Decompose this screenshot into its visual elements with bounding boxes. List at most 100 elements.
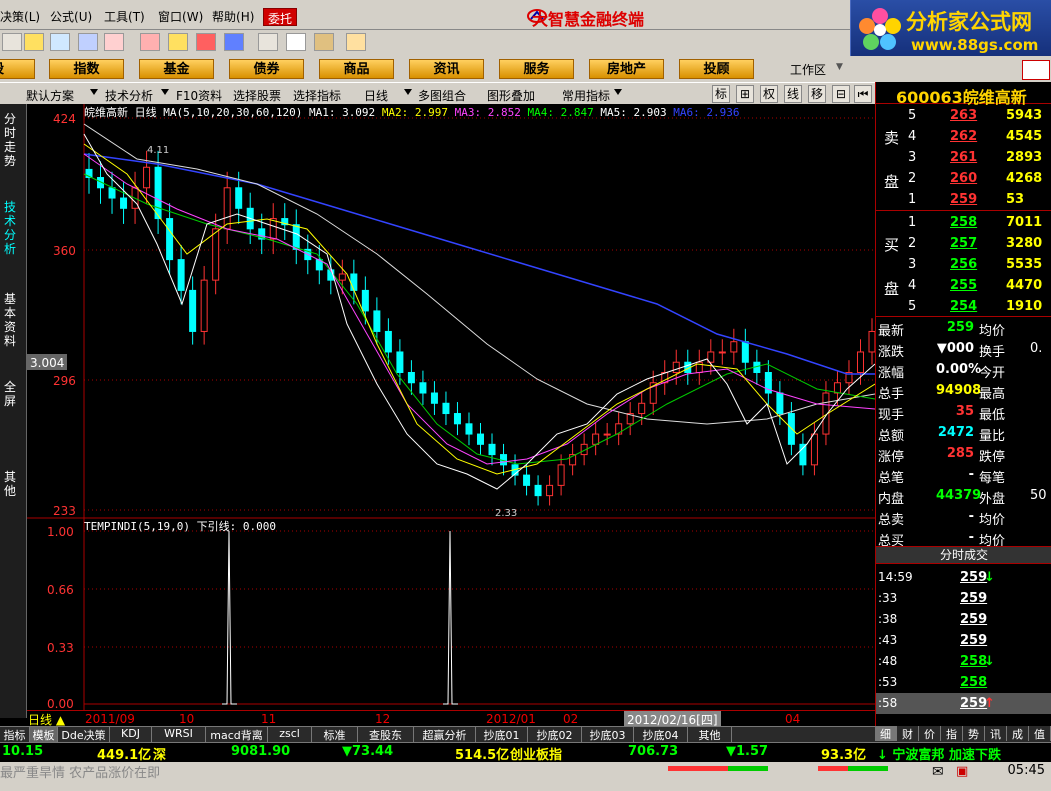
cat-stock[interactable]: 股 [0, 59, 35, 79]
cat-index[interactable]: 指数 [49, 59, 124, 79]
f10-button[interactable]: F10资料 [176, 87, 222, 104]
right-tab[interactable]: 讯 [985, 726, 1007, 741]
cat-commodity[interactable]: 商品 [319, 59, 394, 79]
diamond-icon[interactable] [168, 33, 188, 51]
orderbook-row[interactable]: 2 257 3280 [876, 233, 1051, 254]
indicator-tab[interactable]: 标准 [312, 727, 358, 742]
tab-fundamentals[interactable]: 基本资料 [4, 292, 24, 348]
first-button[interactable]: ⏮ [854, 85, 872, 103]
chart-icon[interactable] [140, 33, 160, 51]
select-stock-button[interactable]: 选择股票 [233, 87, 281, 104]
ticker-alert[interactable]: ↓ 宁波富邦 加速下跌 [877, 744, 1001, 763]
price: 260 [950, 171, 978, 186]
back-icon[interactable] [2, 33, 22, 51]
indicator-tab[interactable]: 抄底02 [528, 727, 582, 742]
orderbook-row[interactable]: 1 258 7011 [876, 212, 1051, 233]
alert-icon[interactable]: ▣ [956, 764, 968, 779]
news-scroller[interactable]: 最严重旱情 农产品涨价在即 [0, 762, 160, 781]
indicator-tab[interactable]: 指标 [0, 727, 30, 742]
menu-tools[interactable]: 工具(T) [104, 8, 145, 25]
select-indicator-button[interactable]: 选择指标 [293, 87, 341, 104]
binoculars-icon[interactable] [78, 33, 98, 51]
zoom-button[interactable]: ⊟ [832, 85, 850, 103]
menu-help[interactable]: 帮助(H) [212, 8, 254, 25]
tab-technical[interactable]: 技术分析 [4, 200, 24, 256]
menu-window[interactable]: 窗口(W) [158, 8, 203, 25]
orderbook-row[interactable]: 5 254 1910 [876, 296, 1051, 317]
grid-button[interactable]: ⊞ [736, 85, 754, 103]
orderbook-row[interactable]: 5 263 5943 [876, 105, 1051, 126]
indicator-tab[interactable]: zscl [268, 727, 312, 742]
right-tab[interactable]: 成 [1007, 726, 1029, 741]
quote-row: 总买 - 均价 [876, 527, 1051, 549]
price: 255 [950, 278, 978, 293]
orderbook-row[interactable]: 2 260 4268 [876, 168, 1051, 189]
brand-url[interactable]: www.88gs.com [911, 36, 1038, 54]
entrust-button[interactable]: 委托 [263, 8, 298, 26]
indicator-tab[interactable]: 抄底01 [476, 727, 528, 742]
period-dropdown[interactable]: 日线 [364, 87, 388, 104]
overlay-button[interactable]: 图形叠加 [487, 87, 535, 104]
indicator-tab[interactable]: 模板 [30, 727, 58, 742]
workspace-dropdown-icon[interactable]: ▼ [836, 62, 843, 72]
bars-icon[interactable] [50, 33, 70, 51]
scheme-dropdown[interactable]: 默认方案 [26, 87, 74, 104]
indicator-tab[interactable]: 查股东 [358, 727, 414, 742]
window-icon[interactable] [286, 33, 306, 51]
right-tab[interactable]: 指 [941, 726, 963, 741]
indicator-tab[interactable]: 抄底04 [634, 727, 688, 742]
indicator-tab[interactable]: KDJ [110, 727, 152, 742]
rights-button[interactable]: 权 [760, 85, 778, 103]
blue-circle-icon[interactable] [224, 33, 244, 51]
right-tab[interactable]: 势 [963, 726, 985, 741]
chevron-down-icon[interactable] [614, 89, 622, 95]
chevron-down-icon[interactable] [404, 89, 412, 95]
indicator-tab[interactable]: Dde决策 [58, 727, 110, 742]
indicator-tab[interactable]: 其他 [688, 727, 732, 742]
tab-intraday[interactable]: 分时走势 [4, 112, 24, 168]
print-icon[interactable] [258, 33, 278, 51]
view-icon[interactable] [24, 33, 44, 51]
orderbook-row[interactable]: 3 261 2893 [876, 147, 1051, 168]
common-indicator-dropdown[interactable]: 常用指标 [562, 87, 610, 104]
cat-advisor[interactable]: 投顾 [679, 59, 754, 79]
right-tab[interactable]: 价 [919, 726, 941, 741]
orderbook-row[interactable]: 4 262 4545 [876, 126, 1051, 147]
tab-other[interactable]: 其他 [4, 470, 24, 498]
multi-chart-button[interactable]: 多图组合 [418, 87, 466, 104]
right-tab[interactable]: 财 [897, 726, 919, 741]
chevron-down-icon[interactable] [161, 89, 169, 95]
kline-chart[interactable]: 424 360 296 233 3.004 1.00 0.66 0.33 0.0… [27, 104, 875, 719]
mail-icon[interactable]: ✉ [932, 764, 944, 780]
orderbook-row[interactable]: 3 256 5535 [876, 254, 1051, 275]
help-icon[interactable] [346, 33, 366, 51]
ticks-title[interactable]: 分时成交 [876, 546, 1051, 564]
menu-decision[interactable]: 决策(L) [0, 8, 40, 25]
speaker-icon[interactable] [104, 33, 124, 51]
cat-bond[interactable]: 债券 [229, 59, 304, 79]
close-panel-icon[interactable] [1022, 60, 1050, 80]
indicator-tab[interactable]: macd背离 [206, 727, 268, 742]
mark-button[interactable]: 标 [712, 85, 730, 103]
line-button[interactable]: 线 [784, 85, 802, 103]
chevron-down-icon[interactable] [90, 89, 98, 95]
menu-formula[interactable]: 公式(U) [50, 8, 92, 25]
orderbook-row[interactable]: 4 255 4470 [876, 275, 1051, 296]
tab-fullscreen[interactable]: 全屏 [4, 380, 24, 408]
cat-news[interactable]: 资讯 [409, 59, 484, 79]
cat-realestate[interactable]: 房地产 [589, 59, 664, 79]
orderbook-row[interactable]: 1 259 53 [876, 189, 1051, 210]
tech-analysis-dropdown[interactable]: 技术分析 [105, 87, 153, 104]
move-button[interactable]: 移 [808, 85, 826, 103]
red-circle-icon[interactable] [196, 33, 216, 51]
indicator-tab[interactable]: 超赢分析 [414, 727, 476, 742]
indicator-tab[interactable]: WRSI [152, 727, 206, 742]
right-tab[interactable]: 细 [875, 726, 897, 741]
right-tab[interactable]: 值 [1029, 726, 1051, 741]
cat-fund[interactable]: 基金 [139, 59, 214, 79]
candle-body [166, 218, 174, 261]
workspace-label[interactable]: 工作区 [790, 61, 826, 78]
indicator-tab[interactable]: 抄底03 [582, 727, 634, 742]
cat-service[interactable]: 服务 [499, 59, 574, 79]
books-icon[interactable] [314, 33, 334, 51]
